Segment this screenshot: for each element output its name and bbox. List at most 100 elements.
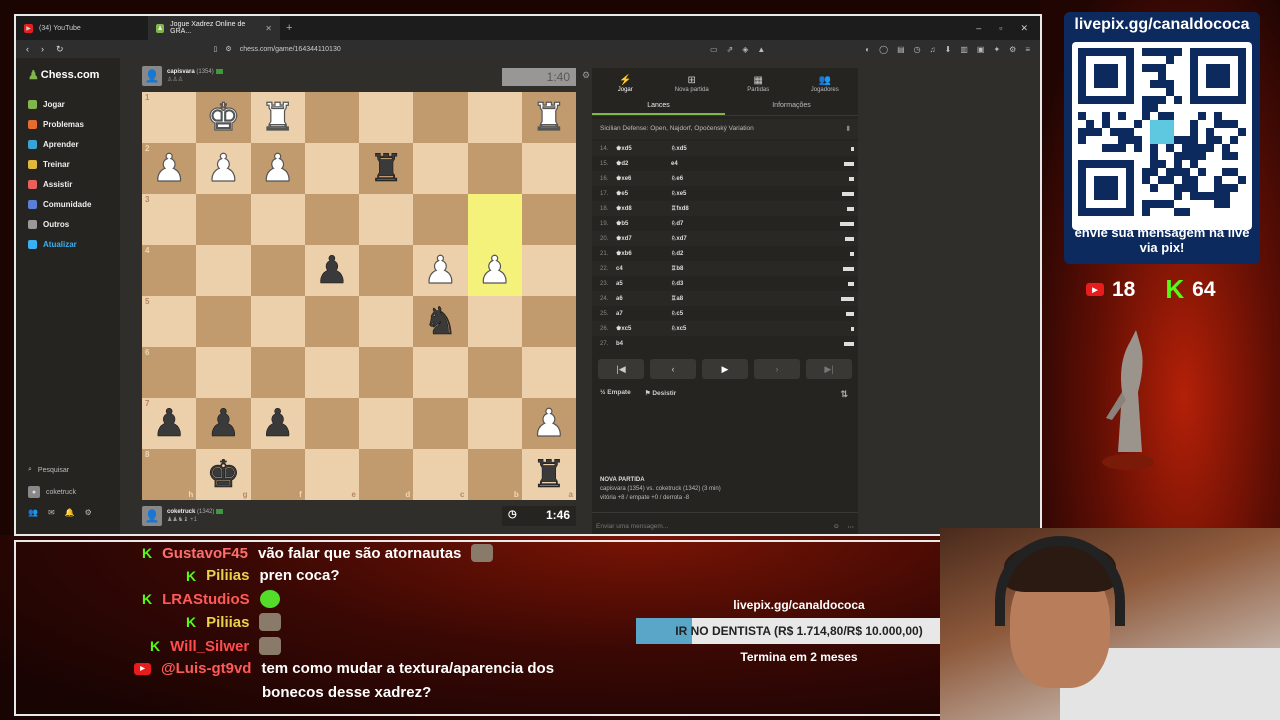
white-move[interactable]: a7 [616,311,671,317]
square[interactable]: ♟ [250,143,305,194]
square[interactable]: ♟ [250,398,305,449]
shield-icon[interactable]: ◈ [742,45,748,54]
square[interactable]: ♞ [413,296,468,347]
square[interactable] [359,194,414,245]
square[interactable]: 7 ♟ [142,398,197,449]
white-move[interactable]: a6 [616,296,671,302]
emoji-icon[interactable]: ☺ [833,523,840,530]
reload-icon[interactable]: ↻ [56,44,64,55]
move-row[interactable]: 16. ♚xe6 ♘e6 [592,171,858,186]
square[interactable] [359,347,414,398]
tab-youtube[interactable]: ▶ (34) YouTube [16,16,148,40]
share-icon[interactable]: ⇗ [727,45,734,54]
move-row[interactable]: 25. a7 ♘c5 [592,306,858,321]
square[interactable] [304,296,359,347]
forward-icon[interactable]: › [41,44,44,55]
black-pawn-icon[interactable]: ♟ [315,251,350,290]
white-move[interactable]: ♚xb6 [616,250,671,257]
square[interactable]: ♟ [196,143,251,194]
square[interactable] [196,296,251,347]
square[interactable] [413,347,468,398]
square[interactable] [250,347,305,398]
square[interactable]: d [359,449,414,500]
white-move[interactable]: ♚d2 [616,160,671,167]
square[interactable] [467,143,522,194]
square[interactable] [304,194,359,245]
square[interactable]: f [250,449,305,500]
flip-board-icon[interactable]: ⇅ [840,389,848,400]
square[interactable] [413,194,468,245]
black-move[interactable]: ♘d2 [671,250,811,257]
white-move[interactable]: a5 [616,281,671,287]
move-row[interactable]: 26. ♚xc5 ♘xc5 [592,321,858,336]
square[interactable]: ♟ [196,398,251,449]
square[interactable]: 3 [142,194,197,245]
square[interactable]: 8h [142,449,197,500]
move-row[interactable]: 23. a5 ♘d3 [592,276,858,291]
user-link[interactable]: ● coketruck [28,486,76,498]
black-pawn-icon[interactable]: ♟ [206,404,241,443]
chess-board[interactable]: 1 ♚ ♜ ♜ 2 ♟ ♟ ♟ ♜ 3 4 ♟ ♟ ♟ 5 ♞ 6 7 ♟ ♟ ♟ ♟ 8 h g ♚ f e d c b a ♜ [142,92,576,500]
white-rook-icon[interactable]: ♜ [531,98,566,137]
move-row[interactable]: 21. ♚xb6 ♘d2 [592,246,858,261]
chat-ext-icon[interactable]: ◯ [879,45,888,54]
square[interactable]: 6 [142,347,197,398]
square[interactable] [467,194,522,245]
sidebar-item-5[interactable]: Comunidade [28,200,91,209]
sidebar-item-6[interactable]: Outros [28,220,69,229]
move-row[interactable]: 18. ♚xd8 ♖fxd8 [592,201,858,216]
sidebar-item-4[interactable]: Assistir [28,180,72,189]
site-info-icon[interactable]: ⚙ [225,45,231,53]
square[interactable]: ♚ [196,92,251,143]
close-icon[interactable]: ✕ [265,24,272,33]
download-icon[interactable]: ⬇ [945,45,952,54]
square[interactable]: b [467,449,522,500]
square[interactable] [250,194,305,245]
square[interactable] [250,296,305,347]
player-name[interactable]: capisvara (1354) [167,69,223,76]
settings-icon[interactable]: ⚙ [1009,45,1016,54]
sidebar-item-0[interactable]: Jogar [28,100,65,109]
new-tab-icon[interactable]: + [280,22,298,34]
last-move-button[interactable]: ▶| [806,359,852,379]
black-rook-icon[interactable]: ♜ [369,149,404,188]
black-move[interactable]: e4 [671,161,811,167]
square[interactable]: ♜ [359,143,414,194]
friends-icon[interactable]: 👥 [28,508,38,517]
white-king-icon[interactable]: ♚ [206,98,241,137]
tools-icon[interactable]: ▤ [897,45,905,54]
player-name[interactable]: coketruck (1342) [167,509,224,516]
square[interactable] [521,245,576,296]
white-rook-icon[interactable]: ♜ [260,98,295,137]
search-link[interactable]: ⌕ Pesquisar [28,466,69,474]
play-button[interactable]: ▶ [702,359,748,379]
settings-icon[interactable]: ⚙ [85,508,92,517]
wallet-icon[interactable]: ▣ [977,45,985,54]
move-row[interactable]: 15. ♚d2 e4 [592,156,858,171]
move-row[interactable]: 14. ♚xd5 ♘xd5 [592,141,858,156]
sidebar-item-7[interactable]: Atualizar [28,240,77,249]
panel-tab-2[interactable]: ▦ Partidas [728,75,788,93]
square[interactable] [521,296,576,347]
square[interactable]: ♟ [304,245,359,296]
square[interactable] [196,194,251,245]
black-move[interactable]: ♘xe5 [671,190,811,197]
back-icon[interactable]: ‹ [26,44,29,55]
resign-button[interactable]: ⚑ Desistir [645,389,677,397]
square[interactable]: ♟ [521,398,576,449]
square[interactable] [359,245,414,296]
message-input[interactable]: Enviar uma mensagem... ☺ ⋯ [592,512,858,534]
move-row[interactable]: 19. ♚b5 ♘d7 [592,216,858,231]
white-move[interactable]: ♚b5 [616,220,671,227]
window-close-icon[interactable]: ✕ [1020,23,1028,34]
square[interactable] [304,398,359,449]
black-move[interactable]: ♘e6 [671,175,811,182]
sidebar-icon[interactable]: ▥ [960,45,968,54]
url-text[interactable]: chess.com/game/164344110130 [240,46,341,53]
square[interactable]: 4 [142,245,197,296]
square[interactable] [521,347,576,398]
subtab-info[interactable]: Informações [725,96,858,115]
black-move[interactable]: ♖fxd8 [671,205,811,212]
puzzle-icon[interactable]: ✦ [993,45,1000,54]
next-move-button[interactable]: › [754,359,800,379]
